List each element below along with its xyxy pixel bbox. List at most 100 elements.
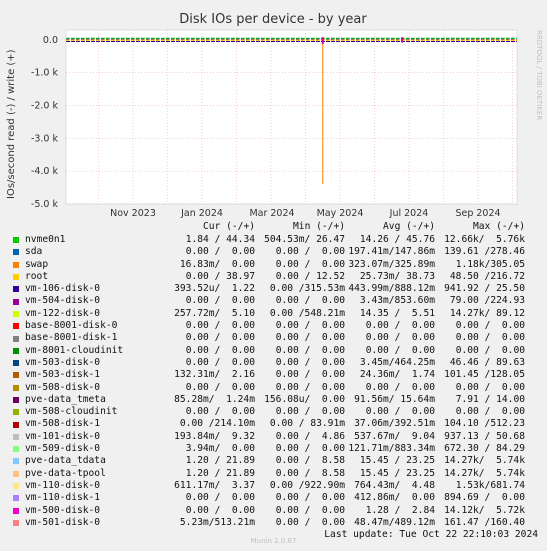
series-cur: 16.83m/ 0.00 [179, 258, 255, 270]
series-cur: 0.00 /214.10m [179, 418, 255, 430]
y-tick-label: -3.0 k [31, 133, 59, 144]
series-cur: 0.00 / 0.00 [185, 381, 255, 393]
series-swatch [13, 347, 19, 354]
series-min: 0.00 /922.90m [269, 479, 345, 491]
series-name: nvme0n1 [25, 234, 66, 245]
series-max: 12.66k/ 5.76k [444, 234, 525, 245]
series-avg: 443.99m/888.12m [348, 283, 435, 295]
series-name: base-8001-disk-0 [25, 320, 118, 332]
series-avg: 412.86m/ 0.00 [354, 492, 435, 504]
series-min: 0.00 /548.21m [269, 307, 345, 319]
legend-row: vm-504-disk-0 0.00 / 0.00 0.00 / 0.00 3.43m… [13, 295, 538, 307]
munin-version: Munin 2.0.67 [250, 537, 297, 545]
series-name: vm-508-cloudinit [25, 406, 118, 418]
series-min: 0.00 / 0.00 [275, 504, 345, 516]
series-swatch [13, 433, 19, 440]
series-cur: 85.28m/ 1.24m [174, 393, 255, 405]
series-name: vm-503-disk-1 [25, 369, 101, 381]
series-avg: 0.00 / 0.00 [365, 344, 435, 356]
legend-row: base-8001-disk-1 0.00 / 0.00 0.00 / 0.00 0.… [13, 332, 538, 344]
chart-area: Disk IOs per device - by year RRDTOOL / … [6, 12, 543, 219]
legend-row: pve-data_tmeta 85.28m/ 1.24m 156.08u/ 0.00… [13, 394, 538, 406]
series-name: vm-508-disk-1 [25, 418, 101, 430]
series-swatch [13, 507, 19, 514]
series-avg: 537.67m/ 9.04 [354, 430, 435, 442]
col-max: Max (-/+) [473, 221, 525, 233]
series-swatch [13, 298, 19, 305]
series-min: 0.00 / 0.00 [275, 320, 345, 332]
series-swatch [13, 495, 19, 502]
series-cur: 5.23m/513.21m [179, 516, 255, 528]
y-tick-label: -2.0 k [31, 101, 59, 112]
series-cur: 1.20 / 21.89 [185, 467, 255, 479]
series-max: 14.12k/ 5.72k [444, 504, 525, 516]
legend-row: sda 0.00 / 0.00 0.00 / 0.00 197.41m/147.86m… [13, 246, 538, 258]
series-max: 101.45 /128.05 [444, 369, 525, 381]
series-name: vm-106-disk-0 [25, 283, 101, 295]
series-max: 672.30 / 84.29 [444, 443, 525, 455]
series-min: 0.00 / 0.00 [275, 369, 345, 381]
series-min: 0.00 / 0.00 [275, 246, 345, 258]
series-swatch [13, 310, 19, 317]
series-swatch [13, 360, 19, 367]
series-max: 0.00 / 0.00 [455, 344, 525, 356]
legend-row: vm-110-disk-0 611.17m/ 3.37 0.00 /922.90m 7… [13, 480, 538, 492]
series-swatch [13, 286, 19, 293]
series-avg: 3.43m/853.60m [359, 295, 435, 307]
series-min: 0.00 / 0.00 [275, 344, 345, 356]
legend-row: vm-8001-cloudinit 0.00 / 0.00 0.00 / 0.00 0… [13, 345, 538, 357]
col-avg: Avg (-/+) [383, 221, 435, 233]
series-avg: 3.45m/464.25m [359, 356, 435, 368]
series-max: 0.00 / 0.00 [455, 332, 525, 344]
series-avg: 14.26 / 45.76 [359, 234, 435, 245]
series-cur: 393.52u/ 1.22 [174, 283, 255, 295]
series-max: 7.91 / 14.00 [455, 393, 525, 405]
series-max: 1.53k/681.74 [455, 479, 525, 491]
series-name: vm-503-disk-0 [25, 356, 101, 368]
series-min: 0.00 / 0.00 [275, 356, 345, 368]
series-cur: 3.94m/ 0.00 [185, 443, 255, 455]
y-ticks: 0.0 -1.0 k -2.0 k -3.0 k -4.0 k -5.0 k [31, 35, 59, 210]
series-max: 161.47 /160.40 [444, 516, 525, 528]
series-swatch [13, 458, 19, 465]
series-swatch [13, 409, 19, 416]
series-cur: 0.00 / 0.00 [185, 356, 255, 368]
series-min: 156.08u/ 0.00 [264, 393, 345, 405]
series-avg: 15.45 / 23.25 [359, 467, 435, 479]
series-swatch [13, 261, 19, 268]
legend-row: vm-106-disk-0 393.52u/ 1.22 0.00 /315.53m 4… [13, 283, 538, 295]
series-max: 1.18k/305.05 [455, 258, 525, 270]
series-name: swap [25, 258, 49, 270]
legend-row: vm-509-disk-0 3.94m/ 0.00 0.00 / 0.00 121.7… [13, 443, 538, 455]
series-swatch [13, 237, 19, 244]
rrdtool-label: RRDTOOL / TOBI OETIKER [535, 30, 543, 120]
series-cur: 611.17m/ 3.37 [174, 479, 255, 491]
x-tick-label: Nov 2023 [110, 208, 156, 219]
y-tick-label: -4.0 k [31, 166, 59, 177]
series-swatch [13, 446, 19, 453]
legend-table: Cur (-/+) Min (-/+) Avg (-/+) Max (-/+) … [13, 221, 538, 541]
series-avg: 0.00 / 0.00 [365, 381, 435, 393]
series-min: 0.00 / 12.52 [275, 270, 345, 282]
series-avg: 0.00 / 0.00 [365, 332, 435, 344]
series-min: 0.00 / 0.00 [275, 492, 345, 504]
series-max: 0.00 / 0.00 [455, 406, 525, 418]
legend-row: vm-110-disk-1 0.00 / 0.00 0.00 / 0.00 412.8… [13, 492, 538, 504]
series-cur: 132.31m/ 2.16 [174, 369, 255, 381]
col-min: Min (-/+) [293, 221, 345, 233]
series-swatch [13, 274, 19, 281]
series-avg: 37.06m/392.51m [354, 418, 435, 430]
legend-row: vm-501-disk-0 5.23m/513.21m 0.00 / 0.00 48.… [13, 517, 538, 529]
series-min: 504.53m/ 26.47 [264, 234, 345, 245]
series-max: 48.50 /216.72 [449, 270, 525, 282]
series-name: sda [25, 246, 43, 258]
series-name: vm-110-disk-0 [25, 479, 101, 491]
series-cur: 0.00 / 0.00 [185, 246, 255, 258]
series-avg: 15.45 / 23.25 [359, 455, 435, 467]
series-min: 0.00 / 4.86 [275, 430, 345, 442]
series-cur: 0.00 / 0.00 [185, 320, 255, 332]
series-min: 0.00 / 0.00 [275, 381, 345, 393]
series-swatch [13, 372, 19, 379]
series-swatch [13, 470, 19, 477]
series-avg: 764.43m/ 4.48 [354, 479, 435, 491]
